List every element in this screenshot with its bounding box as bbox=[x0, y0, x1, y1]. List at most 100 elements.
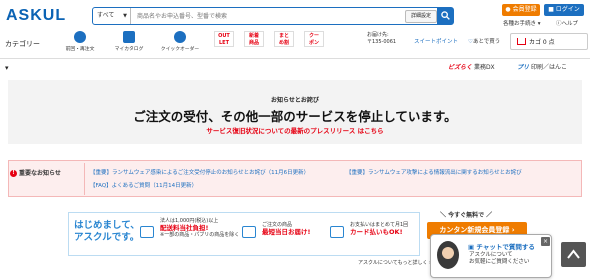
bizraku-logo: ビズらく bbox=[448, 64, 473, 71]
chat-body: アスクルについて お気軽にご質問ください bbox=[469, 252, 529, 266]
welcome-line1: はじめまして、 bbox=[74, 220, 140, 231]
suite-point-link[interactable]: スイートポイント bbox=[414, 37, 458, 45]
register-label: 会員登録 bbox=[512, 6, 537, 13]
truck-icon bbox=[140, 226, 154, 238]
outlet-top: OUT bbox=[218, 33, 230, 39]
outlet-badge[interactable]: OUT LET bbox=[214, 31, 234, 47]
important-label-text: 重要なお知らせ bbox=[19, 170, 61, 177]
bulk-discount-badge[interactable]: まと め割 bbox=[274, 31, 294, 47]
alert-icon: ! bbox=[10, 170, 17, 177]
new-items-badge[interactable]: 新着 商品 bbox=[244, 31, 264, 47]
notice-link-suspension[interactable]: 【重要】ランサムウェア感染によるご注文受付停止のお知らせとお詫び（11月6日更新… bbox=[90, 168, 309, 176]
important-divider bbox=[84, 163, 85, 195]
chevron-down-icon: ▾ bbox=[537, 21, 541, 27]
about-askul-link[interactable]: アスクルについてもっと詳しく › bbox=[358, 259, 431, 266]
important-notices-label: ! 重要なお知らせ bbox=[10, 168, 61, 177]
press-release-label: サービス復旧状況についての最新のプレスリリース bbox=[206, 127, 356, 135]
operator-face bbox=[442, 247, 454, 259]
coupon-badge[interactable]: クー ポン bbox=[304, 31, 324, 47]
chat-body-line1: アスクルについて bbox=[469, 252, 513, 258]
notice-link-data-leak[interactable]: 【重要】ランサムウェア攻撃による情報流出に関するお知らせとお詫び bbox=[346, 168, 522, 176]
delivery-address[interactable]: お届け先: 〒135-0061 bbox=[367, 32, 396, 46]
press-release-link[interactable]: サービス復旧状況についての最新のプレスリリース はこちら bbox=[0, 125, 590, 135]
same-day-info: ご注文の商品 最短当日お届け! bbox=[262, 222, 310, 236]
cart-icon bbox=[517, 38, 526, 45]
close-icon[interactable]: × bbox=[541, 237, 550, 246]
category-menu-button[interactable]: カテゴリー ▾ bbox=[0, 32, 44, 72]
press-release-more: はこちら bbox=[357, 127, 384, 135]
free-shipping-line3: ※一部の商品・パブリの商品を除く bbox=[160, 232, 240, 238]
cart-label: カゴ 0 点 bbox=[529, 39, 555, 46]
search-icon bbox=[441, 11, 450, 20]
search-input[interactable] bbox=[133, 8, 411, 24]
help-link[interactable]: ⓘヘルプ bbox=[556, 19, 578, 27]
lock-icon: ■ bbox=[548, 6, 556, 13]
procedures-label: 各種お手続き bbox=[503, 21, 537, 27]
quick-order-icon bbox=[174, 31, 186, 43]
operator-avatar bbox=[437, 241, 459, 269]
coupon-top: クー bbox=[308, 33, 319, 39]
important-notices-box bbox=[8, 160, 582, 197]
welcome-heading: はじめまして、 アスクルです。 bbox=[74, 220, 140, 244]
category-label: カテゴリー bbox=[5, 40, 40, 48]
notice-link-faq[interactable]: 【FAQ】よくあるご質問（11月14日更新） bbox=[90, 181, 197, 189]
coupon-bottom: ポン bbox=[308, 40, 319, 46]
search-bar: すべて ▼ 詳細設定 bbox=[92, 7, 454, 25]
reorder-link[interactable]: 前回・再注文 bbox=[63, 31, 97, 52]
notice-title: ご注文の受付、その他一部のサービスを停止しています。 bbox=[133, 109, 457, 124]
favorites-link[interactable]: ♡あとで買う bbox=[468, 37, 500, 45]
quick-order-link[interactable]: クイックオーダー bbox=[159, 31, 201, 52]
free-shipping-info: 法人は1,000円(税込)以上 配送料当社負担! ※一部の商品・パブリの商品を除… bbox=[160, 218, 239, 239]
delivery-zip: 〒135-0061 bbox=[367, 39, 397, 45]
chevron-down-icon: ▾ bbox=[5, 64, 9, 72]
reorder-label: 前回・再注文 bbox=[65, 47, 95, 52]
bulk-discount-bottom: め割 bbox=[278, 40, 289, 46]
delivery-label: お届け先: bbox=[367, 32, 389, 38]
new-items-bottom: 商品 bbox=[248, 40, 259, 46]
same-day-line2: 最短当日お届け! bbox=[262, 228, 311, 236]
search-detail-button[interactable]: 詳細設定 bbox=[405, 10, 437, 23]
print-text: 印刷／はんこ bbox=[530, 64, 567, 71]
delivery-icon bbox=[242, 226, 256, 238]
scroll-to-top-button[interactable] bbox=[561, 242, 586, 267]
procedures-link[interactable]: 各種お手続き ▾ bbox=[503, 19, 541, 27]
about-askul-label: アスクルについてもっと詳しく bbox=[358, 260, 428, 266]
payment-info: お支払いはまとめて月1回 カード払いもOK! bbox=[350, 222, 408, 236]
bulk-discount-top: まと bbox=[278, 33, 289, 39]
chevron-right-icon: › bbox=[511, 226, 515, 234]
refresh-icon bbox=[74, 31, 86, 43]
quick-order-label: クイックオーダー bbox=[160, 47, 200, 52]
chat-body-line2: お気軽にご質問ください bbox=[469, 259, 530, 265]
chevron-up-icon bbox=[567, 249, 580, 259]
free-shipping-line2: 配送料当社負担! bbox=[160, 224, 209, 232]
bizraku-link[interactable]: ビズらく 業務DX bbox=[448, 62, 495, 71]
header-divider bbox=[0, 58, 590, 59]
new-member-register-label: カンタン新規会員登録 bbox=[439, 226, 510, 234]
print-logo: プリ bbox=[517, 64, 530, 71]
chevron-down-icon: ▼ bbox=[123, 13, 127, 19]
welcome-line2: アスクルです。 bbox=[74, 232, 140, 243]
favorites-label: あとで買う bbox=[472, 39, 501, 45]
login-label: ログイン bbox=[555, 6, 580, 13]
askul-logo[interactable]: ASKUL bbox=[6, 7, 66, 25]
print-link[interactable]: プリ 印刷／はんこ bbox=[517, 62, 567, 71]
cart-button[interactable]: カゴ 0 点 bbox=[510, 33, 588, 50]
search-category-select[interactable]: すべて ▼ bbox=[93, 8, 131, 24]
free-caption: ＼ 今すぐ無料で ／ bbox=[440, 212, 493, 219]
search-category-value: すべて bbox=[97, 12, 115, 19]
my-catalog-label: マイカタログ bbox=[114, 47, 144, 52]
bizraku-text: 業務DX bbox=[473, 64, 495, 71]
payment-line2: カード払いもOK! bbox=[350, 228, 403, 236]
chat-title-text: チャットで質問する bbox=[476, 243, 535, 251]
my-catalog-link[interactable]: マイカタログ bbox=[112, 31, 146, 52]
new-items-top: 新着 bbox=[248, 33, 259, 39]
chat-title[interactable]: ▣ チャットで質問する bbox=[468, 241, 535, 251]
help-label: ヘルプ bbox=[561, 21, 579, 27]
login-button[interactable]: ■ ログイン bbox=[544, 4, 584, 16]
outlet-bottom: LET bbox=[218, 40, 229, 46]
register-button[interactable]: ● 会員登録 bbox=[502, 4, 540, 16]
catalog-icon bbox=[123, 31, 135, 43]
user-icon: ● bbox=[505, 6, 513, 13]
search-button[interactable] bbox=[437, 8, 453, 24]
calendar-icon bbox=[330, 226, 344, 238]
